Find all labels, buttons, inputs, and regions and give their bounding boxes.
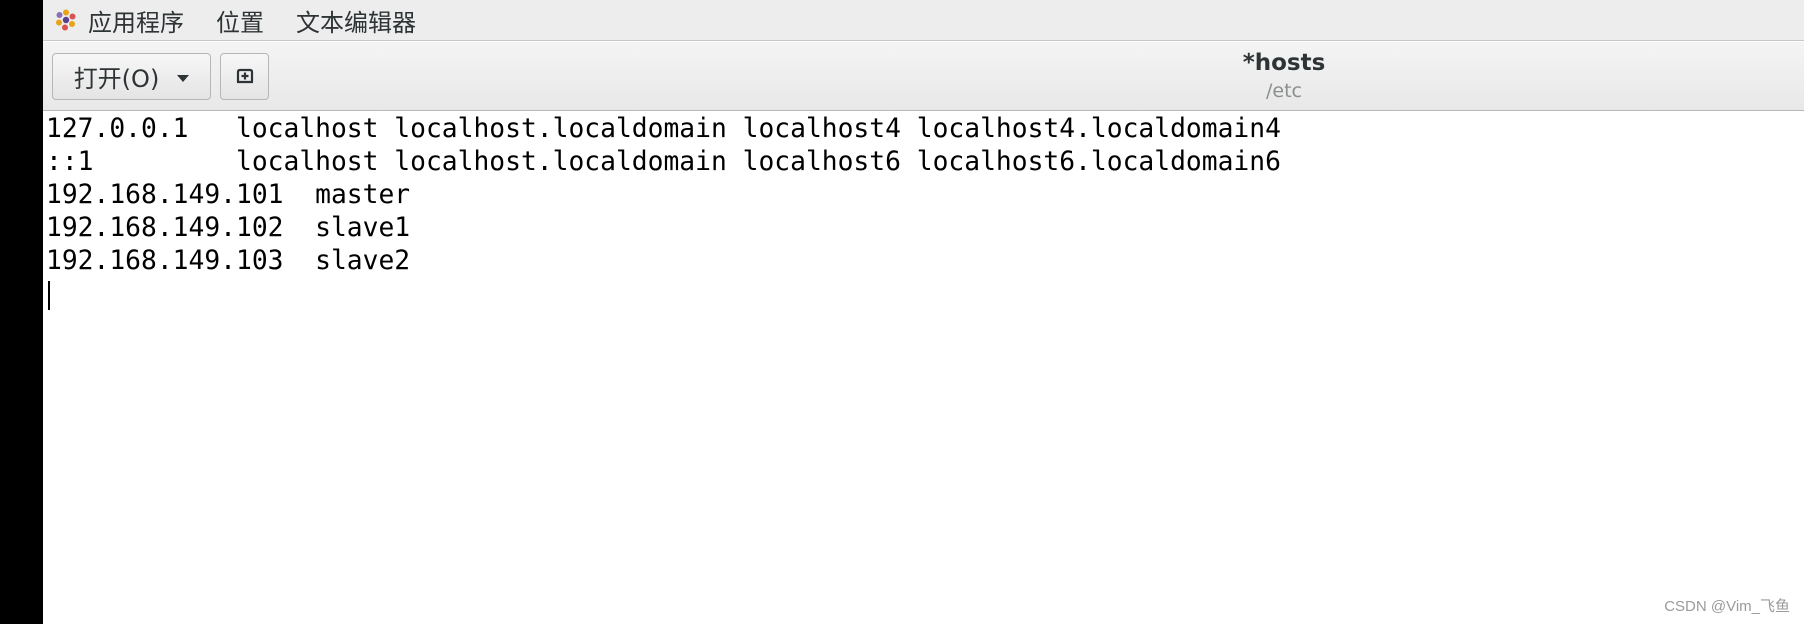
- title-area: *hosts /etc: [1184, 48, 1384, 104]
- editor-line: 127.0.0.1 localhost localhost.localdomai…: [46, 114, 1281, 144]
- chevron-down-icon: [177, 75, 190, 82]
- new-tab-button[interactable]: [220, 53, 269, 100]
- editor-header-bar: 打开(O) *hosts /etc: [43, 42, 1804, 111]
- menu-text-editor[interactable]: 文本编辑器: [296, 3, 416, 38]
- editor-line: [46, 278, 1804, 311]
- menu-applications[interactable]: 应用程序: [88, 3, 184, 38]
- text-editor-area[interactable]: 127.0.0.1 localhost localhost.localdomai…: [43, 112, 1804, 624]
- watermark: CSDN @Vim_飞鱼: [1664, 598, 1790, 615]
- left-black-strip: [0, 0, 43, 624]
- editor-line: ::1 localhost localhost.localdomain loca…: [46, 147, 1281, 177]
- editor-line: 192.168.149.102 slave1: [46, 213, 411, 243]
- open-button[interactable]: 打开(O): [52, 53, 211, 100]
- document-title: *hosts: [1242, 50, 1326, 76]
- text-cursor: [48, 281, 50, 310]
- editor-line: 192.168.149.103 slave2: [46, 246, 411, 276]
- gnome-foot-icon[interactable]: [52, 6, 80, 34]
- editor-line: 192.168.149.101 master: [46, 180, 411, 210]
- document-path: /etc: [1266, 80, 1302, 102]
- gnome-top-bar: 应用程序 位置 文本编辑器: [43, 0, 1804, 41]
- open-button-label: 打开(O): [73, 65, 160, 93]
- menu-places[interactable]: 位置: [216, 3, 264, 38]
- new-document-tab-icon: [234, 64, 256, 90]
